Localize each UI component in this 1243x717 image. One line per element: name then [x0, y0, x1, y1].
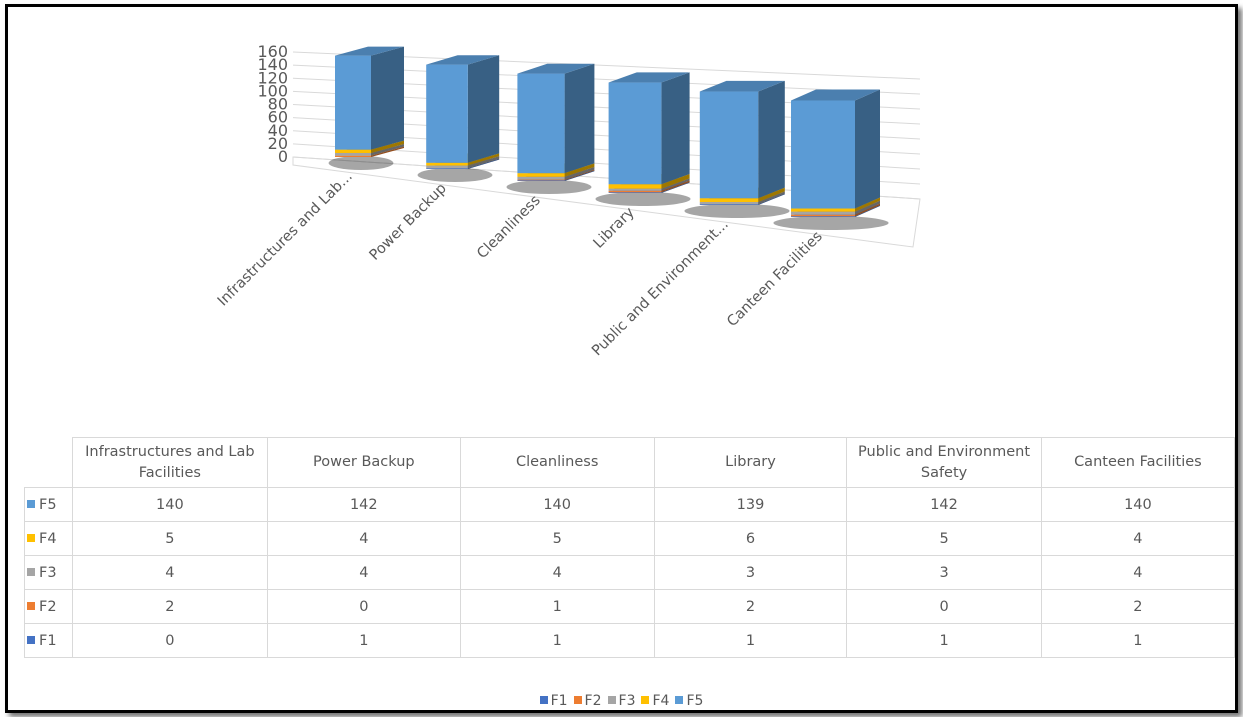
legend-item: F5 [675, 693, 703, 709]
data-table: Infrastructures and Lab Facilities Power … [24, 437, 1235, 658]
bar-shadow [773, 216, 889, 230]
table-value-cell: 1 [846, 623, 1042, 658]
table-row: F2 2 0 1 2 0 2 [24, 589, 1235, 624]
series-swatch-icon [27, 635, 35, 644]
table-header-cell: Power Backup [266, 437, 461, 488]
series-swatch-icon [27, 533, 35, 542]
table-header-cell: Library [653, 437, 848, 488]
legend-item: F4 [641, 693, 669, 709]
table-value-cell: 1 [266, 623, 461, 658]
bar-f5 [699, 80, 785, 199]
bar-f5 [517, 63, 595, 174]
x-tick-label: Power Backup [367, 181, 450, 264]
table-value-cell: 4 [1040, 521, 1235, 556]
table-value-cell: 142 [846, 487, 1042, 522]
legend-swatch-icon [573, 696, 582, 704]
table-value-cell: 5 [459, 521, 655, 556]
legend-item: F3 [607, 693, 635, 709]
table-series-label: F5 [24, 487, 73, 522]
bar-f5 [608, 72, 690, 185]
table-value-cell: 3 [846, 555, 1042, 590]
table-value-cell: 4 [1040, 555, 1235, 590]
bar-shadow [595, 192, 691, 206]
bar-f5 [426, 55, 500, 163]
table-value-cell: 139 [653, 487, 848, 522]
bar-shadow [506, 180, 592, 194]
table-value-cell: 140 [1040, 487, 1235, 522]
table-value-cell: 1 [653, 623, 848, 658]
table-series-label: F3 [24, 555, 73, 590]
table-value-cell: 1 [1040, 623, 1235, 658]
table-series-label: F2 [24, 589, 73, 624]
series-swatch-icon [27, 499, 35, 508]
legend-swatch-icon [675, 696, 684, 704]
bar-shadow [684, 204, 790, 218]
x-tick-label: Canteen Facilities [724, 229, 826, 331]
table-value-cell: 4 [266, 555, 461, 590]
table-value-cell: 140 [71, 487, 268, 522]
table-value-cell: 4 [459, 555, 655, 590]
bar-f5 [791, 89, 880, 209]
y-tick-label: 160 [257, 42, 288, 61]
legend-item: F1 [539, 693, 568, 709]
x-tick-label: Library [591, 204, 638, 251]
table-row: F4 5 4 5 6 5 4 [24, 521, 1235, 556]
legend-item: F2 [573, 693, 602, 709]
table-value-cell: 0 [846, 589, 1042, 624]
table-value-cell: 3 [653, 555, 848, 590]
table-row: F5 140 142 140 139 142 140 [24, 487, 1235, 522]
table-header-cell: Canteen Facilities [1040, 437, 1235, 488]
series-swatch-icon [27, 567, 35, 576]
bar-f5 [335, 46, 404, 150]
table-header-cell: Cleanliness [459, 437, 655, 488]
table-value-cell: 1 [459, 623, 655, 658]
legend-swatch-icon [539, 696, 548, 704]
table-value-cell: 0 [266, 589, 461, 624]
chart-frame: 0 20 40 60 80 100 120 140 160 Infrastructures an… [5, 4, 1238, 713]
table-value-cell: 4 [266, 521, 461, 556]
table-value-cell: 0 [71, 623, 268, 658]
table-value-cell: 2 [653, 589, 848, 624]
table-corner [24, 437, 73, 488]
table-value-cell: 2 [71, 589, 268, 624]
table-value-cell: 140 [459, 487, 655, 522]
bar-shadow [328, 156, 394, 170]
table-series-label: F4 [24, 521, 73, 556]
x-tick-label: Infrastructures and Lab... [215, 169, 356, 310]
chart-legend: F1 F2 F3 F4 F5 [8, 693, 1235, 709]
table-value-cell: 6 [653, 521, 848, 556]
table-row: F3 4 4 4 3 3 4 [24, 555, 1235, 590]
table-series-label: F1 [24, 623, 73, 658]
table-value-cell: 5 [846, 521, 1042, 556]
table-value-cell: 1 [459, 589, 655, 624]
table-value-cell: 5 [71, 521, 268, 556]
table-header-cell: Public and Environment Safety [846, 437, 1042, 488]
table-header-cell: Infrastructures and Lab Facilities [71, 437, 268, 488]
table-row: F1 0 1 1 1 1 1 [24, 623, 1235, 658]
table-value-cell: 142 [266, 487, 461, 522]
legend-swatch-icon [641, 696, 650, 704]
series-swatch-icon [27, 601, 35, 610]
chart-plot: 020406080100120140160 Infrastructures an… [215, 42, 921, 359]
table-value-cell: 2 [1040, 589, 1235, 624]
bar-shadow [417, 168, 493, 182]
legend-swatch-icon [607, 696, 616, 704]
table-value-cell: 4 [71, 555, 268, 590]
x-tick-label: Cleanliness [474, 193, 544, 263]
